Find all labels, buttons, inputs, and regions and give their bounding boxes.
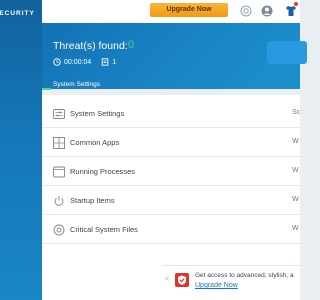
threats-found-label: Threat(s) found: <box>53 40 128 52</box>
stop-scan-button[interactable] <box>267 41 307 64</box>
list-item-running-processes[interactable]: Running Processes W <box>42 157 300 186</box>
scan-meta: 00:00:04 1 <box>53 58 116 66</box>
grid-icon <box>53 136 65 149</box>
window-icon <box>53 165 65 178</box>
items-scanned-count: 1 <box>112 58 117 66</box>
chevron-left-icon[interactable]: < <box>165 276 169 283</box>
list-item-status: W <box>292 225 299 232</box>
promo-banner: < Get access to advanced, stylish, a Upg… <box>162 265 300 300</box>
brand-logo-icon <box>175 273 189 287</box>
list-item-label: Common Apps <box>70 138 120 147</box>
elapsed-time: 00:00:04 <box>64 58 92 66</box>
top-bar: Upgrade Now <box>42 0 300 23</box>
tab-indicator <box>42 88 51 90</box>
list-item-system-settings[interactable]: System Settings Sc <box>42 99 300 128</box>
list-item-label: Startup Items <box>70 196 115 205</box>
user-icon[interactable] <box>261 4 273 17</box>
upgrade-now-button[interactable]: Upgrade Now <box>150 3 228 17</box>
list-item-label: System Settings <box>70 109 125 118</box>
target-icon <box>53 223 65 236</box>
list-item-label: Critical System Files <box>70 225 138 234</box>
list-item-status: Sc <box>292 109 301 116</box>
promo-upgrade-link[interactable]: Upgrade Now <box>195 282 238 289</box>
list-item-status: W <box>292 167 299 174</box>
file-icon <box>101 58 109 66</box>
sliders-icon <box>53 107 65 119</box>
threats-found-count: 0 <box>128 39 135 51</box>
tab-system-settings[interactable]: System Settings <box>53 81 100 88</box>
notification-badge <box>294 2 298 6</box>
list-item-common-apps[interactable]: Common Apps W <box>42 128 300 157</box>
list-item-status: W <box>292 138 299 145</box>
promo-text: Get access to advanced, stylish, a <box>195 272 294 279</box>
shirt-icon[interactable] <box>285 2 298 16</box>
list-item-critical-system-files[interactable]: Critical System Files W <box>42 215 300 244</box>
list-item-startup-items[interactable]: Startup Items W <box>42 186 300 215</box>
power-icon <box>53 194 65 206</box>
clock-icon <box>53 58 61 66</box>
brand-text: SECURITY <box>0 10 35 17</box>
list-item-status: W <box>292 196 299 203</box>
support-icon[interactable] <box>240 4 252 17</box>
list-item-label: Running Processes <box>70 167 136 176</box>
scan-header: Threat(s) found: 0 00:00:04 1 System Set… <box>42 23 307 89</box>
sidebar: SECURITY <box>0 0 42 300</box>
